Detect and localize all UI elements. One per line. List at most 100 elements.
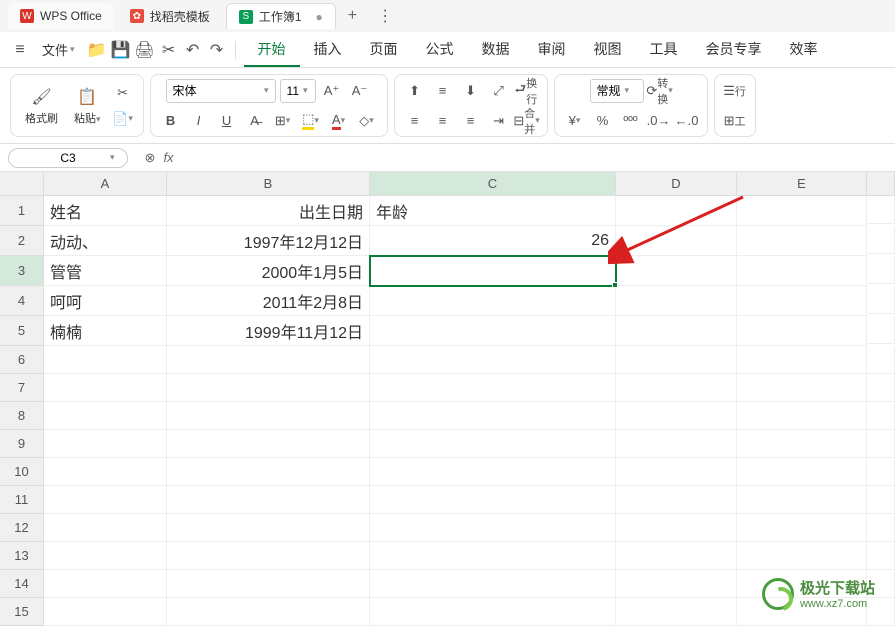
row-header-7[interactable]: 7 <box>0 374 44 402</box>
menu-公式[interactable]: 公式 <box>412 33 468 67</box>
cell-B8[interactable] <box>167 402 370 430</box>
cell-spill-6[interactable] <box>867 346 895 374</box>
row-header-8[interactable]: 8 <box>0 402 44 430</box>
column-header-E[interactable]: E <box>737 172 867 196</box>
cell-C5[interactable] <box>370 316 616 346</box>
cell-B15[interactable] <box>167 598 370 626</box>
cell-spill-4[interactable] <box>867 286 895 314</box>
cell-A5[interactable]: 楠楠 <box>44 316 167 346</box>
cell-C14[interactable] <box>370 570 616 598</box>
cell-B13[interactable] <box>167 542 370 570</box>
cell-C11[interactable] <box>370 486 616 514</box>
row-header-10[interactable]: 10 <box>0 458 44 486</box>
cell-B3[interactable]: 2000年1月5日 <box>167 256 370 286</box>
cell-D3[interactable] <box>616 256 737 286</box>
wrap-text-button[interactable]: ⮐换行 <box>515 79 539 103</box>
cell-E9[interactable] <box>737 430 867 458</box>
orientation-button[interactable]: ⤢ <box>487 79 511 103</box>
cell-spill-3[interactable] <box>867 256 895 284</box>
cell-A6[interactable] <box>44 346 167 374</box>
cell-B1[interactable]: 出生日期 <box>167 196 370 226</box>
increase-decimal-button[interactable]: .0→ <box>647 109 671 133</box>
cell-B14[interactable] <box>167 570 370 598</box>
cell-B12[interactable] <box>167 514 370 542</box>
cell-C6[interactable] <box>370 346 616 374</box>
cell-D4[interactable] <box>616 286 737 316</box>
cell-B5[interactable]: 1999年11月12日 <box>167 316 370 346</box>
cell-D15[interactable] <box>616 598 737 626</box>
menu-页面[interactable]: 页面 <box>356 33 412 67</box>
cell-spill-7[interactable] <box>867 374 895 402</box>
cell-C7[interactable] <box>370 374 616 402</box>
fill-color-button[interactable]: ⬚▾ <box>299 109 323 133</box>
cell-A12[interactable] <box>44 514 167 542</box>
cell-A9[interactable] <box>44 430 167 458</box>
cell-B2[interactable]: 1997年12月12日 <box>167 226 370 256</box>
cell-E7[interactable] <box>737 374 867 402</box>
paste-button[interactable]: 📋 粘贴▾ <box>68 84 107 128</box>
cell-B10[interactable] <box>167 458 370 486</box>
increase-font-button[interactable]: A⁺ <box>320 79 344 103</box>
strikethrough-button[interactable]: A̶ <box>243 109 267 133</box>
decrease-font-button[interactable]: A⁻ <box>348 79 372 103</box>
column-header-D[interactable]: D <box>616 172 737 196</box>
cell-A1[interactable]: 姓名 <box>44 196 167 226</box>
row-header-6[interactable]: 6 <box>0 346 44 374</box>
column-header-B[interactable]: B <box>167 172 370 196</box>
cell-D6[interactable] <box>616 346 737 374</box>
percent-button[interactable]: % <box>591 109 615 133</box>
align-bottom-button[interactable]: ⬇ <box>459 79 483 103</box>
currency-button[interactable]: ¥▾ <box>563 109 587 133</box>
row-header-9[interactable]: 9 <box>0 430 44 458</box>
cell-D7[interactable] <box>616 374 737 402</box>
decrease-decimal-button[interactable]: ←.0 <box>675 109 699 133</box>
cell-spill-11[interactable] <box>867 486 895 514</box>
cell-A11[interactable] <box>44 486 167 514</box>
cell-E11[interactable] <box>737 486 867 514</box>
save-icon[interactable]: 💾 <box>111 40 131 60</box>
menu-工具[interactable]: 工具 <box>636 33 692 67</box>
cell-C3[interactable] <box>370 256 616 286</box>
cell-B7[interactable] <box>167 374 370 402</box>
align-top-button[interactable]: ⬆ <box>403 79 427 103</box>
undo-icon[interactable]: ↶ <box>183 40 203 60</box>
menu-数据[interactable]: 数据 <box>468 33 524 67</box>
row-header-14[interactable]: 14 <box>0 570 44 598</box>
format-selector[interactable]: 常规▾ <box>590 79 644 103</box>
cell-B6[interactable] <box>167 346 370 374</box>
cell-D13[interactable] <box>616 542 737 570</box>
cell-C13[interactable] <box>370 542 616 570</box>
tools-button[interactable]: ⊞工 <box>723 109 747 133</box>
font-size-selector[interactable]: 11▾ <box>280 79 316 103</box>
row-header-4[interactable]: 4 <box>0 286 44 316</box>
template-tab[interactable]: ✿ 找稻壳模板 <box>118 3 222 29</box>
font-color-button[interactable]: A▾ <box>327 109 351 133</box>
merge-button[interactable]: ⊟合并▾ <box>515 109 539 133</box>
menu-开始[interactable]: 开始 <box>244 33 300 67</box>
cell-E10[interactable] <box>737 458 867 486</box>
row-header-13[interactable]: 13 <box>0 542 44 570</box>
menu-效率[interactable]: 效率 <box>776 33 832 67</box>
menu-审阅[interactable]: 审阅 <box>524 33 580 67</box>
cut-button[interactable]: ✂ <box>111 81 135 105</box>
cell-D1[interactable] <box>616 196 737 226</box>
cell-A7[interactable] <box>44 374 167 402</box>
cell-E2[interactable] <box>737 226 867 256</box>
cell-spill-8[interactable] <box>867 402 895 430</box>
cell-E4[interactable] <box>737 286 867 316</box>
cell-D14[interactable] <box>616 570 737 598</box>
rows-button[interactable]: ☰行 <box>723 79 747 103</box>
cell-A14[interactable] <box>44 570 167 598</box>
cell-C15[interactable] <box>370 598 616 626</box>
cell-E8[interactable] <box>737 402 867 430</box>
cell-spill-10[interactable] <box>867 458 895 486</box>
bold-button[interactable]: B <box>159 109 183 133</box>
cancel-formula-icon[interactable]: ⊗ <box>145 150 156 166</box>
font-selector[interactable]: 宋体▾ <box>166 79 276 103</box>
document-tab[interactable]: S 工作簿1 ● <box>226 3 336 29</box>
cell-A3[interactable]: 管管 <box>44 256 167 286</box>
cell-C4[interactable] <box>370 286 616 316</box>
cell-D2[interactable] <box>616 226 737 256</box>
cell-C10[interactable] <box>370 458 616 486</box>
select-all-corner[interactable] <box>0 172 44 196</box>
